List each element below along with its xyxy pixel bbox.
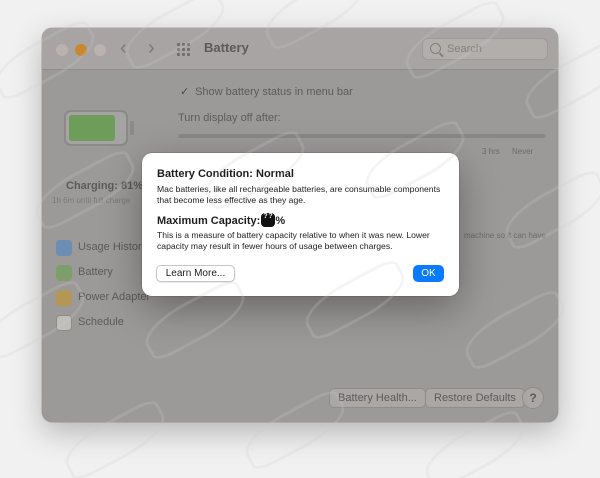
- sidebar-item-label: Power Adapter: [78, 291, 151, 303]
- title-bar: ‹ › Battery Search: [42, 28, 558, 70]
- back-arrow-icon[interactable]: ‹: [120, 38, 127, 58]
- sidebar-item-label: Schedule: [78, 316, 124, 328]
- slider-label-3hrs: 3 hrs: [482, 147, 500, 156]
- slider-label-never: Never: [512, 147, 534, 156]
- power-adapter-icon: [56, 290, 72, 306]
- calendar-icon: [56, 315, 72, 331]
- condition-description: Mac batteries, like all rechargeable bat…: [157, 184, 441, 205]
- option-description: machine so it can have: [464, 231, 546, 240]
- dialog-title: Battery Condition: Normal: [157, 168, 294, 180]
- forward-arrow-icon[interactable]: ›: [148, 38, 155, 58]
- battery-icon: [56, 265, 72, 281]
- battery-level-fill: [69, 115, 115, 141]
- battery-tip: [130, 121, 134, 135]
- search-placeholder: Search: [447, 43, 482, 55]
- search-field[interactable]: Search: [422, 38, 548, 60]
- display-off-slider[interactable]: [178, 134, 546, 138]
- capacity-description: This is a measure of battery capacity re…: [157, 230, 430, 251]
- search-icon: [430, 43, 441, 54]
- charging-status: Charging: 81%: [66, 180, 144, 192]
- sidebar-item-label: Usage History: [78, 241, 148, 253]
- battery-condition-dialog: Battery Condition: Normal Mac batteries,…: [142, 153, 459, 296]
- checkmark-icon: ✓: [180, 86, 190, 98]
- battery-graphic: [64, 110, 128, 146]
- checkbox-label: Show battery status in menu bar: [195, 86, 353, 98]
- battery-health-button[interactable]: Battery Health...: [329, 388, 426, 408]
- chart-icon: [56, 240, 72, 256]
- help-button[interactable]: ?: [522, 387, 544, 409]
- charging-time-remaining: 1h 6m until full charge: [52, 196, 131, 205]
- maximum-capacity-row: Maximum Capacity:%: [157, 213, 285, 227]
- restore-defaults-button[interactable]: Restore Defaults: [425, 388, 525, 408]
- zoom-button[interactable]: [94, 44, 106, 56]
- minimize-button[interactable]: [75, 44, 87, 56]
- capacity-label: Maximum Capacity:: [157, 215, 261, 227]
- sidebar-item-label: Battery: [78, 266, 113, 278]
- close-button[interactable]: [56, 44, 68, 56]
- show-in-menu-bar-checkbox[interactable]: ✓ Show battery status in menu bar: [180, 85, 353, 98]
- turn-display-off-label: Turn display off after:: [178, 112, 281, 124]
- redacted-value-icon: [261, 213, 276, 227]
- grid-icon[interactable]: [177, 43, 193, 56]
- capacity-percent-sign: %: [275, 215, 286, 227]
- window-title: Battery: [204, 40, 249, 55]
- ok-button[interactable]: OK: [413, 265, 444, 282]
- learn-more-button[interactable]: Learn More...: [156, 265, 235, 282]
